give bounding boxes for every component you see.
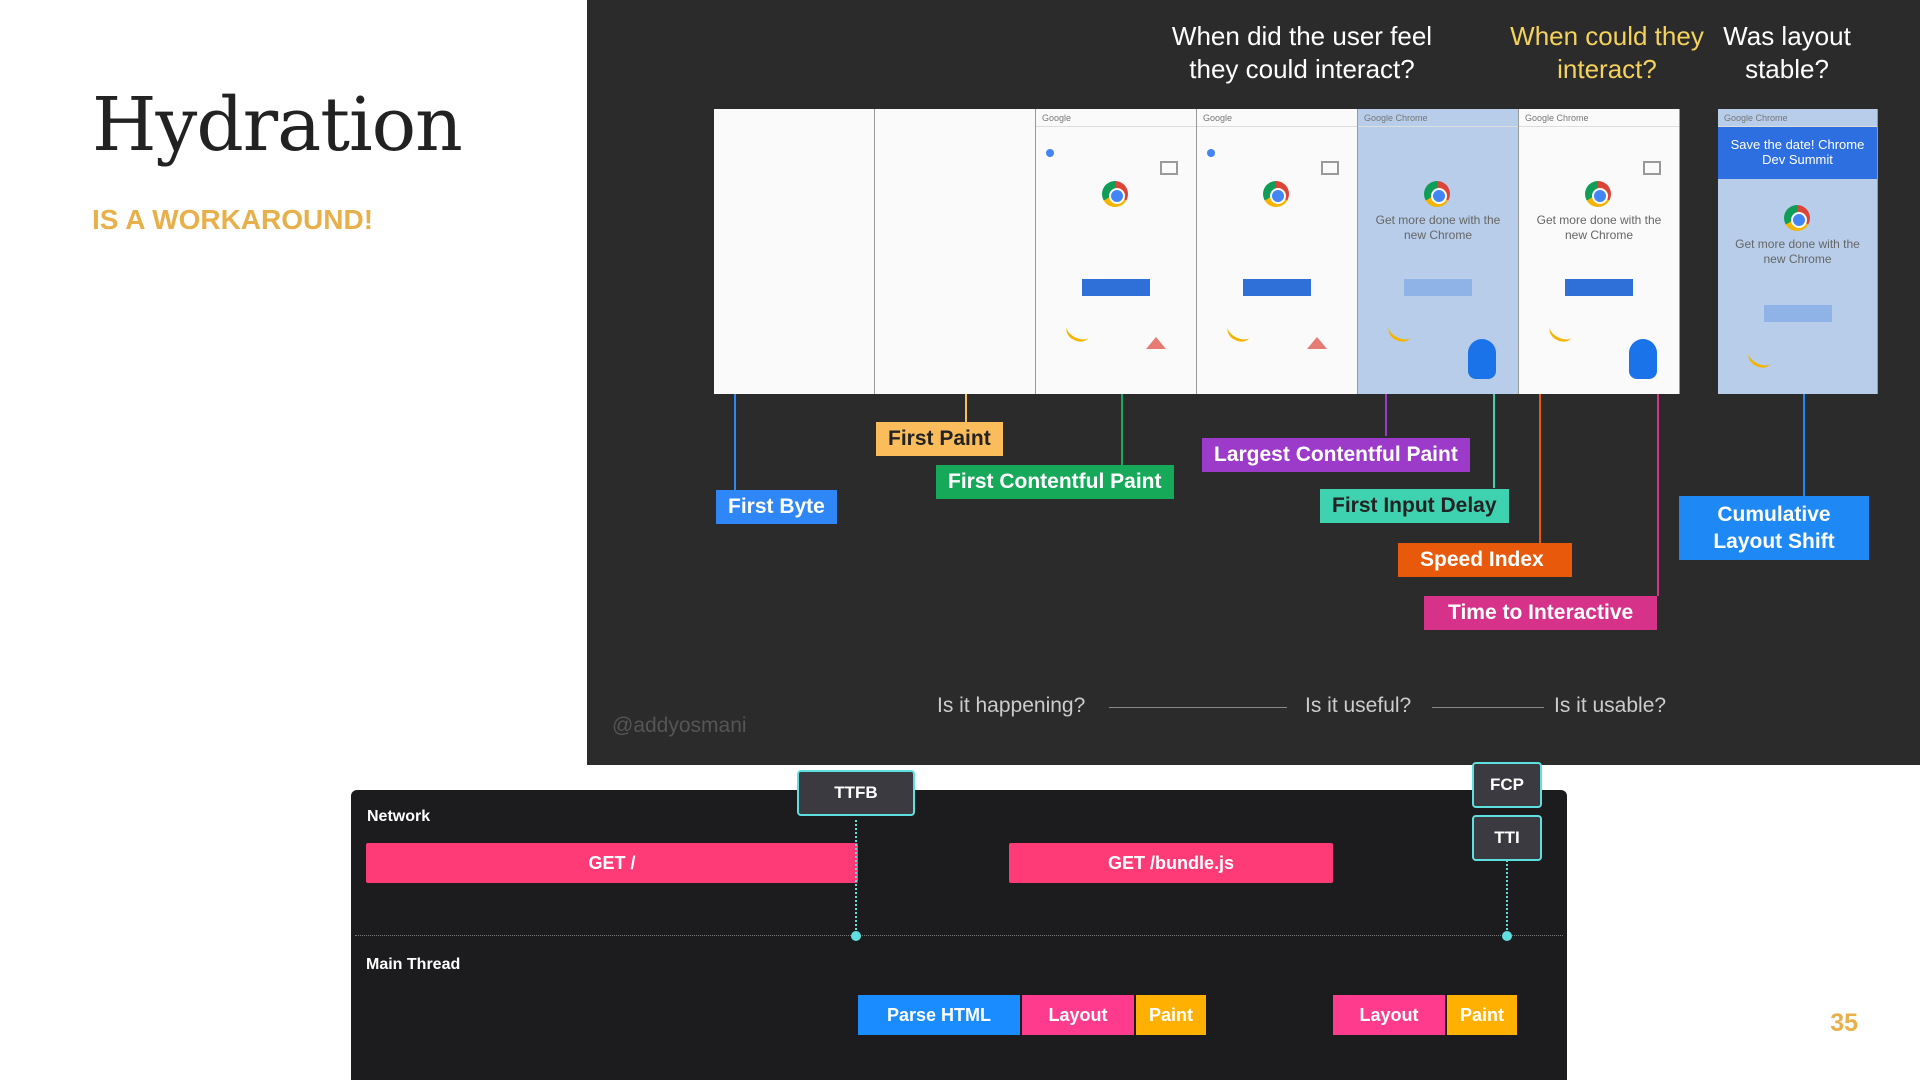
slide-subtitle: IS A WORKAROUND! <box>92 204 374 235</box>
question-layout-stable: Was layout stable? <box>1723 21 1851 84</box>
label-speed-index: Speed Index <box>1398 543 1572 577</box>
decor-curve-icon <box>1385 318 1415 346</box>
ttfb-marker-line <box>855 820 857 938</box>
stage-happening: Is it happening? <box>937 694 1086 717</box>
label-first-input-delay: First Input Delay <box>1320 489 1509 523</box>
network-request-bar: GET /bundle.js <box>1009 843 1333 883</box>
track-divider <box>355 935 1563 936</box>
stage-connector <box>1109 707 1287 708</box>
question-felt-interactive: When did the user feel they could intera… <box>1171 21 1433 84</box>
frame-address-bar: Google Chrome <box>1358 109 1518 127</box>
decor-triangle-icon <box>1307 337 1327 349</box>
frame-address-bar: Google Chrome <box>1718 109 1877 127</box>
ttfb-marker: TTFB <box>797 770 915 816</box>
leader-first-byte <box>734 394 736 494</box>
frame-address-bar: Google Chrome <box>1519 109 1679 127</box>
fcp-marker: FCP <box>1472 762 1542 808</box>
tti-marker: TTI <box>1472 815 1542 861</box>
decor-curve-icon <box>1224 318 1254 346</box>
label-cumulative-layout-shift: Cumulative Layout Shift <box>1679 496 1869 560</box>
leader-tti <box>1657 394 1659 596</box>
download-button-shape <box>1082 279 1150 296</box>
frame-address-bar: Google <box>1197 109 1357 127</box>
decor-triangle-icon <box>1146 337 1166 349</box>
frame-banner: Save the date! Chrome Dev Summit <box>1718 127 1877 179</box>
stage-connector <box>1432 707 1544 708</box>
chrome-logo-icon <box>1102 181 1128 207</box>
leader-fcp <box>1121 394 1123 466</box>
ttfb-marker-dot <box>851 931 861 941</box>
stage-usable: Is it usable? <box>1554 694 1667 717</box>
decor-frame-icon <box>1321 161 1339 175</box>
filmstrip-frame: Google Chrome Save the date! Chrome Dev … <box>1718 109 1878 394</box>
decor-curve-icon <box>1745 344 1775 372</box>
filmstrip-frame <box>714 109 875 394</box>
decor-curve-icon <box>1546 318 1576 346</box>
download-button-shape <box>1764 305 1832 322</box>
filmstrip-frame: Google <box>1036 109 1197 394</box>
loading-timeline: Network GET / GET /bundle.js Main Thread… <box>351 790 1567 1080</box>
download-button-shape <box>1243 279 1311 296</box>
task-bar: Paint <box>1136 995 1206 1035</box>
decor-frame-icon <box>1160 161 1178 175</box>
frame-address-bar: Google <box>1036 109 1196 127</box>
decor-curve-icon <box>1063 318 1093 346</box>
decor-dot-icon <box>1207 149 1215 157</box>
label-first-paint: First Paint <box>876 422 1003 456</box>
task-bar: Layout <box>1333 995 1445 1035</box>
slide-title: Hydration <box>92 82 463 168</box>
download-button-shape <box>1565 279 1633 296</box>
frame-body-text: Get more done with the new Chrome <box>1375 213 1501 242</box>
frame-body-text: Get more done with the new Chrome <box>1735 237 1860 266</box>
chrome-logo-icon <box>1585 181 1611 207</box>
tti-marker-dot <box>1502 931 1512 941</box>
leader-lcp <box>1385 394 1387 436</box>
leader-fid <box>1493 394 1495 488</box>
filmstrip-frame: Google <box>1197 109 1358 394</box>
page-number: 35 <box>1830 1009 1858 1037</box>
decor-frame-icon <box>1643 161 1661 175</box>
leader-first-paint <box>965 394 967 424</box>
task-bar: Parse HTML <box>858 995 1020 1035</box>
label-first-contentful-paint: First Contentful Paint <box>936 465 1174 499</box>
tti-marker-line <box>1506 860 1508 938</box>
decor-dot-icon <box>1046 149 1054 157</box>
leader-speed-index <box>1539 394 1541 544</box>
filmstrip-frame <box>875 109 1036 394</box>
author-watermark: @addyosmani <box>612 714 747 737</box>
frame-body-text: Get more done with the new Chrome <box>1536 213 1662 242</box>
label-first-byte: First Byte <box>716 490 837 524</box>
network-request-bar: GET / <box>366 843 858 883</box>
tap-hand-icon <box>1629 339 1657 379</box>
main-thread-track-label: Main Thread <box>366 956 461 973</box>
leader-cls <box>1803 394 1805 496</box>
label-time-to-interactive: Time to Interactive <box>1424 596 1658 630</box>
chrome-logo-icon <box>1263 181 1289 207</box>
stage-useful: Is it useful? <box>1305 694 1412 717</box>
task-bar: Layout <box>1022 995 1134 1035</box>
label-largest-contentful-paint: Largest Contentful Paint <box>1202 438 1470 472</box>
filmstrip-frame: Google Chrome Get more done with the new… <box>1358 109 1519 394</box>
chrome-logo-icon <box>1424 181 1450 207</box>
chrome-logo-icon <box>1784 205 1810 231</box>
web-vitals-metrics-image: When did the user feel they could intera… <box>587 0 1920 765</box>
tap-hand-icon <box>1468 339 1496 379</box>
question-could-interact: When could they interact? <box>1510 21 1704 84</box>
task-bar: Paint <box>1447 995 1517 1035</box>
download-button-shape <box>1404 279 1472 296</box>
network-track-label: Network <box>367 808 431 825</box>
filmstrip-frame: Google Chrome Get more done with the new… <box>1519 109 1680 394</box>
